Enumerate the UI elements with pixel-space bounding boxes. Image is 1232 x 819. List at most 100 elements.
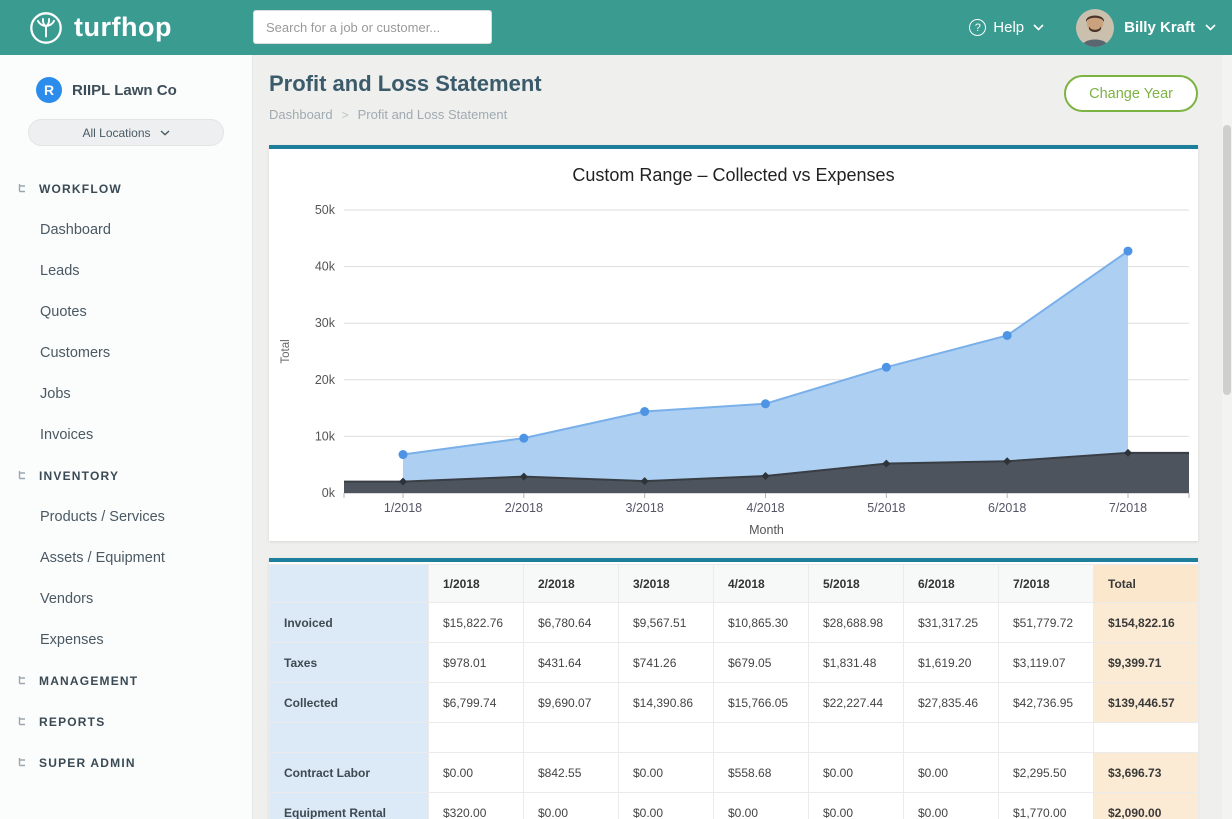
table-cell: $0.00 bbox=[809, 753, 904, 793]
table-separator-row bbox=[270, 723, 1199, 753]
table-cell: $0.00 bbox=[619, 793, 714, 819]
sidebar-item-products-services[interactable]: Products / Services bbox=[0, 496, 252, 537]
user-name: Billy Kraft bbox=[1124, 19, 1195, 36]
tree-hierarchy-icon bbox=[18, 675, 31, 686]
tree-hierarchy-icon bbox=[18, 716, 31, 727]
row-total: $154,822.16 bbox=[1094, 603, 1199, 643]
table-cell: $3,119.07 bbox=[999, 643, 1094, 683]
change-year-button[interactable]: Change Year bbox=[1064, 75, 1198, 112]
sidebar-item-assets-equipment[interactable]: Assets / Equipment bbox=[0, 537, 252, 578]
table-cell bbox=[429, 723, 524, 753]
company-name: RIIPL Lawn Co bbox=[72, 82, 177, 99]
table-cell: $42,736.95 bbox=[999, 683, 1094, 723]
scrollbar-thumb[interactable] bbox=[1223, 125, 1231, 395]
svg-text:40k: 40k bbox=[315, 260, 336, 274]
sidebar-item-customers[interactable]: Customers bbox=[0, 332, 252, 373]
table-cell: $0.00 bbox=[619, 753, 714, 793]
svg-text:Total: Total bbox=[280, 339, 292, 363]
page-title: Profit and Loss Statement bbox=[269, 71, 542, 97]
svg-text:3/2018: 3/2018 bbox=[626, 501, 664, 515]
table-cell: $0.00 bbox=[714, 793, 809, 819]
row-total bbox=[1094, 723, 1199, 753]
nav-section-reports[interactable]: REPORTS bbox=[0, 701, 252, 742]
sidebar-item-quotes[interactable]: Quotes bbox=[0, 291, 252, 332]
tree-hierarchy-icon bbox=[18, 470, 31, 481]
table-cell: $842.55 bbox=[524, 753, 619, 793]
table-cell: $9,567.51 bbox=[619, 603, 714, 643]
row-label bbox=[270, 723, 429, 753]
pl-chart-svg: 0k10k20k30k40k50k1/20182/20183/20184/201… bbox=[269, 193, 1198, 543]
sidebar-item-vendors[interactable]: Vendors bbox=[0, 578, 252, 619]
app: turfhop ? Help bbox=[0, 0, 1232, 819]
table-cell: $51,779.72 bbox=[999, 603, 1094, 643]
table-cell: $28,688.98 bbox=[809, 603, 904, 643]
nav-section-inventory[interactable]: INVENTORY bbox=[0, 455, 252, 496]
svg-text:2/2018: 2/2018 bbox=[505, 501, 543, 515]
nav-section-label: INVENTORY bbox=[39, 469, 119, 483]
svg-text:10k: 10k bbox=[315, 429, 336, 443]
col-header-2-2018: 2/2018 bbox=[524, 565, 619, 603]
breadcrumb-dashboard[interactable]: Dashboard bbox=[269, 107, 333, 122]
svg-text:6/2018: 6/2018 bbox=[988, 501, 1026, 515]
table-cell: $6,799.74 bbox=[429, 683, 524, 723]
table-cell: $1,619.20 bbox=[904, 643, 999, 683]
table-cell: $10,865.30 bbox=[714, 603, 809, 643]
pl-table: 1/20182/20183/20184/20185/20186/20187/20… bbox=[269, 564, 1199, 819]
brand-logo[interactable]: turfhop bbox=[28, 0, 172, 55]
table-cell: $0.00 bbox=[524, 793, 619, 819]
row-label: Invoiced bbox=[270, 603, 429, 643]
chevron-down-icon bbox=[1033, 24, 1044, 31]
chart-card: Custom Range – Collected vs Expenses 0k1… bbox=[269, 145, 1198, 541]
sidebar-item-leads[interactable]: Leads bbox=[0, 250, 252, 291]
table-cell: $679.05 bbox=[714, 643, 809, 683]
user-menu[interactable]: Billy Kraft bbox=[1076, 9, 1216, 47]
table-cell: $31,317.25 bbox=[904, 603, 999, 643]
col-header-total: Total bbox=[1094, 565, 1199, 603]
svg-text:7/2018: 7/2018 bbox=[1109, 501, 1147, 515]
nav-section-management[interactable]: MANAGEMENT bbox=[0, 660, 252, 701]
tree-hierarchy-icon bbox=[18, 757, 31, 768]
sidebar-item-jobs[interactable]: Jobs bbox=[0, 373, 252, 414]
table-cell: $978.01 bbox=[429, 643, 524, 683]
table-row-invoiced: Invoiced$15,822.76$6,780.64$9,567.51$10,… bbox=[270, 603, 1199, 643]
sidebar-item-expenses[interactable]: Expenses bbox=[0, 619, 252, 660]
table-cell: $1,770.00 bbox=[999, 793, 1094, 819]
nav-section-label: SUPER ADMIN bbox=[39, 756, 136, 770]
breadcrumb-current: Profit and Loss Statement bbox=[358, 107, 508, 122]
svg-text:1/2018: 1/2018 bbox=[384, 501, 422, 515]
svg-text:4/2018: 4/2018 bbox=[746, 501, 784, 515]
row-label: Taxes bbox=[270, 643, 429, 683]
table-row-collected: Collected$6,799.74$9,690.07$14,390.86$15… bbox=[270, 683, 1199, 723]
search-input[interactable] bbox=[253, 10, 492, 44]
chart-title: Custom Range – Collected vs Expenses bbox=[269, 165, 1198, 186]
help-menu[interactable]: ? Help bbox=[969, 19, 1044, 36]
sidebar-item-dashboard[interactable]: Dashboard bbox=[0, 209, 252, 250]
row-label: Collected bbox=[270, 683, 429, 723]
table-cell bbox=[619, 723, 714, 753]
nav-section-super-admin[interactable]: SUPER ADMIN bbox=[0, 742, 252, 783]
nav-section-workflow[interactable]: WORKFLOW bbox=[0, 168, 252, 209]
svg-text:50k: 50k bbox=[315, 203, 336, 217]
locations-dropdown[interactable]: All Locations bbox=[28, 119, 224, 146]
table-cell: $2,295.50 bbox=[999, 753, 1094, 793]
locations-label: All Locations bbox=[82, 126, 150, 140]
table-cell: $0.00 bbox=[904, 793, 999, 819]
turfhop-logo-icon bbox=[28, 10, 64, 46]
topbar-right: ? Help Billy Kraft bbox=[969, 0, 1216, 55]
col-header-6-2018: 6/2018 bbox=[904, 565, 999, 603]
breadcrumb: Dashboard > Profit and Loss Statement bbox=[269, 107, 507, 122]
col-header-3-2018: 3/2018 bbox=[619, 565, 714, 603]
table-cell: $0.00 bbox=[429, 753, 524, 793]
sidebar: R RIIPL Lawn Co All Locations WORKFLOWDa… bbox=[0, 55, 253, 819]
row-label: Equipment Rental bbox=[270, 793, 429, 819]
table-cell: $9,690.07 bbox=[524, 683, 619, 723]
company: R RIIPL Lawn Co bbox=[0, 55, 252, 103]
help-label: Help bbox=[993, 19, 1024, 36]
nav-section-label: MANAGEMENT bbox=[39, 674, 138, 688]
sidebar-item-invoices[interactable]: Invoices bbox=[0, 414, 252, 455]
table-row-contract-labor: Contract Labor$0.00$842.55$0.00$558.68$0… bbox=[270, 753, 1199, 793]
col-header-5-2018: 5/2018 bbox=[809, 565, 904, 603]
svg-text:Month: Month bbox=[749, 523, 784, 537]
table-row-equipment-rental: Equipment Rental$320.00$0.00$0.00$0.00$0… bbox=[270, 793, 1199, 819]
svg-text:5/2018: 5/2018 bbox=[867, 501, 905, 515]
